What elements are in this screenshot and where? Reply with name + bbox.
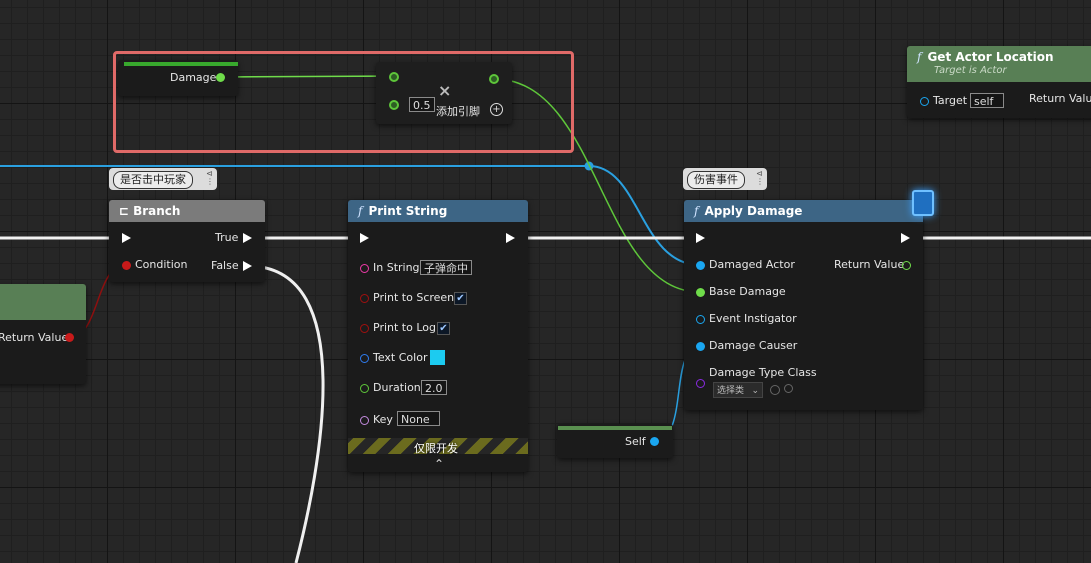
text-color-swatch[interactable]	[430, 350, 445, 365]
chevron-down-icon: ⌄	[751, 386, 759, 396]
damaged-actor-label: Damaged Actor	[709, 258, 795, 271]
wire-exec-false	[247, 264, 325, 563]
expand-chevron-icon[interactable]: ⌃	[434, 457, 444, 471]
condition-pin[interactable]	[122, 261, 131, 270]
damaged-actor-pin[interactable]	[696, 261, 705, 270]
in-string-field[interactable]: 子弹命中	[420, 260, 472, 275]
in-string-label: In String	[373, 261, 420, 274]
apply-exec-out[interactable]	[901, 233, 910, 243]
print-exec-in[interactable]	[360, 233, 369, 243]
duration-field[interactable]: 2.0	[421, 380, 447, 395]
damage-type-select[interactable]: 选择类 ⌄	[713, 382, 763, 398]
key-label: Key	[373, 413, 393, 426]
dev-only-label: 仅限开发	[414, 442, 458, 455]
apply-exec-in[interactable]	[696, 233, 705, 243]
branch-false-exec[interactable]	[243, 261, 252, 271]
branch-icon: ⊏	[119, 204, 130, 218]
print-to-screen-checkbox[interactable]: ✔	[454, 292, 467, 305]
get-location-return-label: Return Value	[1029, 92, 1091, 105]
key-pin[interactable]	[360, 416, 369, 425]
apply-damage-node[interactable]: f Apply Damage Damaged Actor Return Value…	[684, 190, 934, 410]
use-selected-asset-icon[interactable]	[770, 385, 780, 395]
target-pin[interactable]	[920, 97, 929, 106]
apply-comment-text: 伤害事件	[687, 171, 745, 189]
function-icon: f	[358, 204, 363, 218]
function-icon: f	[694, 204, 699, 218]
branch-title: Branch	[133, 204, 181, 218]
self-label: Self	[625, 435, 646, 448]
apply-return-label: Return Value	[834, 258, 905, 271]
target-field[interactable]: self	[970, 93, 1004, 108]
left-return-label: Return Value	[0, 331, 69, 344]
damage-type-class-label: Damage Type Class	[709, 366, 817, 379]
net-icon	[912, 190, 934, 216]
branch-comment-bubble[interactable]: 是否击中玩家 ⊲ ⋮	[109, 168, 217, 190]
print-to-log-checkbox[interactable]: ✔	[437, 322, 450, 335]
condition-label: Condition	[135, 258, 188, 271]
damage-causer-pin[interactable]	[696, 342, 705, 351]
get-actor-location-node[interactable]: f Get Actor Location Target is Actor Targ…	[907, 46, 1091, 118]
damage-type-select-value: 选择类	[717, 386, 745, 396]
text-color-label: Text Color	[373, 351, 428, 364]
apply-damage-title: Apply Damage	[704, 204, 803, 218]
base-damage-pin[interactable]	[696, 288, 705, 297]
key-field[interactable]: None	[397, 411, 440, 426]
in-string-pin[interactable]	[360, 264, 369, 273]
comment-pin-icon[interactable]: ⊲ ⋮	[756, 170, 764, 186]
print-to-log-label: Print to Log	[373, 321, 436, 334]
print-exec-out[interactable]	[506, 233, 515, 243]
branch-false-label: False	[211, 259, 239, 272]
duration-label: Duration	[373, 381, 421, 394]
function-icon: f	[917, 50, 922, 64]
print-to-screen-label: Print to Screen	[373, 291, 455, 304]
self-node[interactable]: Self	[557, 424, 673, 458]
comment-pin-icon[interactable]: ⊲ ⋮	[206, 170, 214, 186]
selection-box	[113, 51, 574, 153]
print-to-log-pin[interactable]	[360, 324, 369, 333]
event-instigator-label: Event Instigator	[709, 312, 797, 325]
apply-return-pin[interactable]	[902, 261, 911, 270]
event-instigator-pin[interactable]	[696, 315, 705, 324]
branch-node[interactable]: ⊏ Branch True Condition False	[109, 200, 265, 282]
left-return-pin[interactable]	[65, 333, 74, 342]
branch-exec-in[interactable]	[122, 233, 131, 243]
damage-type-class-pin[interactable]	[696, 379, 705, 388]
print-string-node[interactable]: f Print String In String 子弹命中 Print to Sc…	[348, 200, 528, 472]
browse-search-icon[interactable]	[784, 384, 793, 393]
left-function-node[interactable]: Return Value	[0, 284, 86, 384]
branch-true-exec[interactable]	[243, 233, 252, 243]
duration-pin[interactable]	[360, 384, 369, 393]
print-string-title: Print String	[368, 204, 448, 218]
get-actor-location-title: Get Actor Location	[927, 50, 1054, 64]
branch-true-label: True	[215, 231, 239, 244]
base-damage-label: Base Damage	[709, 285, 786, 298]
branch-comment-text: 是否击中玩家	[113, 171, 193, 189]
apply-comment-bubble[interactable]: 伤害事件 ⊲ ⋮	[683, 168, 767, 190]
text-color-pin[interactable]	[360, 354, 369, 363]
damage-causer-label: Damage Causer	[709, 339, 798, 352]
target-label: Target	[933, 94, 968, 107]
self-output-pin[interactable]	[650, 437, 659, 446]
print-to-screen-pin[interactable]	[360, 294, 369, 303]
get-actor-location-subtitle: Target is Actor	[934, 65, 1007, 76]
